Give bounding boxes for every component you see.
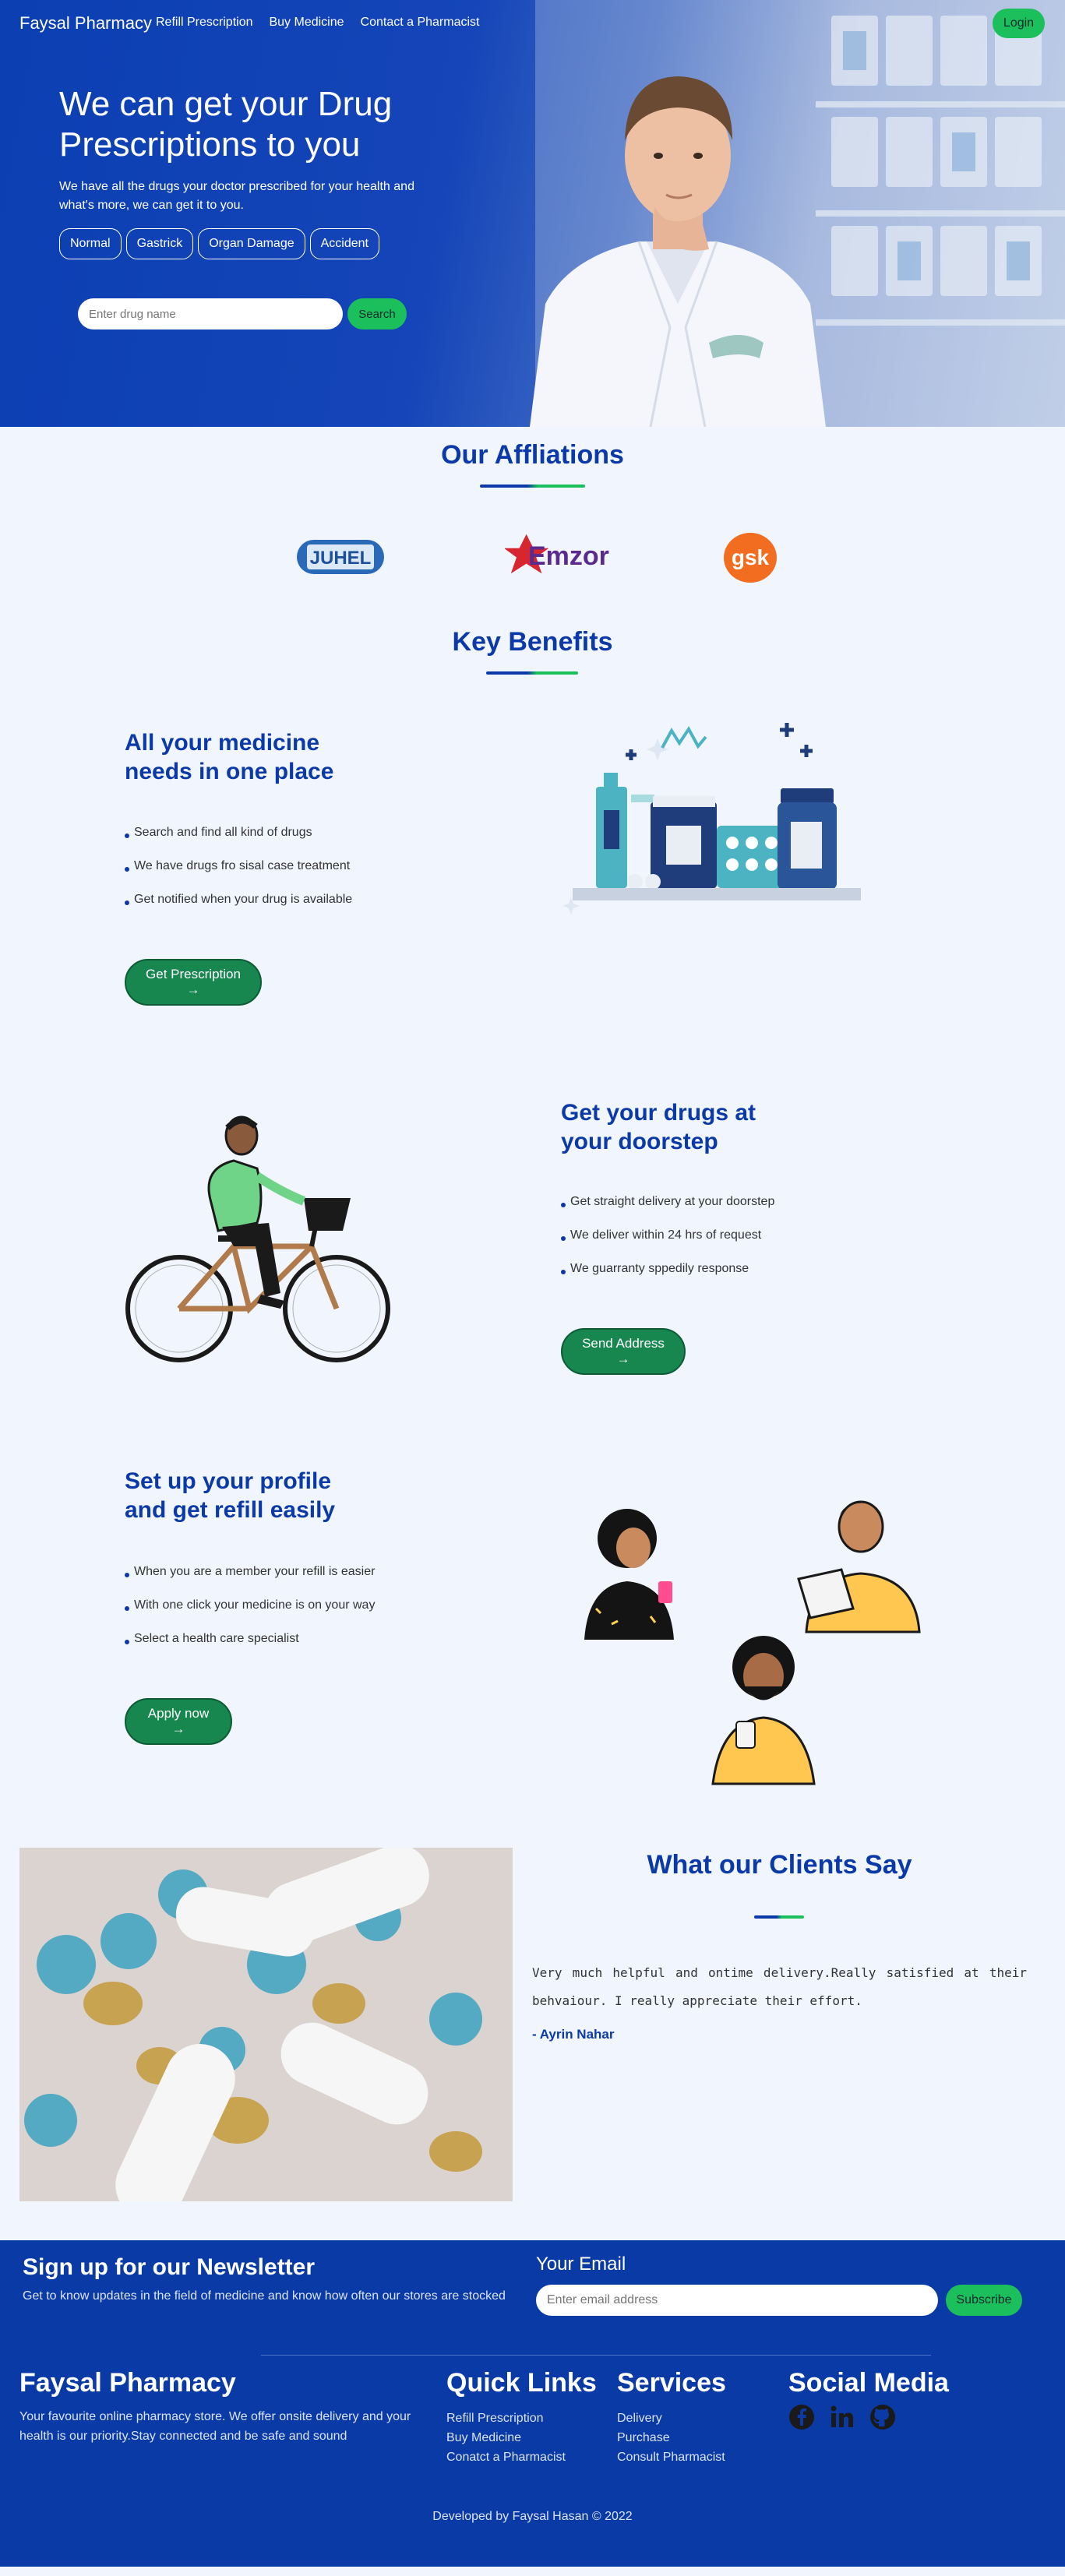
benefits-underline [486, 671, 578, 675]
chip-gastrick[interactable]: Gastrick [125, 228, 194, 259]
newsletter-subtitle: Get to know updates in the field of medi… [23, 2289, 506, 2303]
chip-accident[interactable]: Accident [309, 228, 379, 259]
pills-photo [19, 1848, 513, 2201]
facebook-icon[interactable] [788, 2404, 815, 2430]
footer-link-refill-prescription[interactable]: Refill Prescription [446, 2409, 566, 2428]
category-chips: Normal Gastrick Organ Damage Accident [59, 228, 379, 259]
benefit-2-list: Get straight delivery at your doorstep W… [561, 1185, 774, 1285]
benefit-3-title: Set up your profile and get refill easil… [125, 1468, 336, 1523]
medicine-bottles-illustration [562, 723, 861, 914]
list-item-text: We deliver within 24 hrs of request [570, 1228, 762, 1242]
bullet-icon [125, 900, 129, 905]
nav-links: Refill Prescription Buy Medicine Contact… [156, 16, 479, 30]
affiliations-title: Our Affliations [441, 440, 624, 470]
juhel-logo: JUHEL [297, 540, 384, 574]
list-item: Get straight delivery at your doorstep [561, 1185, 774, 1218]
chip-organ-damage[interactable]: Organ Damage [198, 228, 305, 259]
footer-link-contact-pharmacist[interactable]: Conatct a Pharmacist [446, 2447, 566, 2467]
bullet-icon [125, 833, 129, 838]
gsk-logo: gsk [724, 533, 777, 583]
list-item-text: We guarranty sppedily response [570, 1261, 749, 1275]
list-item: When you are a member your refill is eas… [125, 1555, 375, 1588]
delivery-cyclist-illustration [125, 1115, 390, 1362]
benefit-2-title: Get your drugs at your doorstep [561, 1100, 756, 1154]
list-item: We guarranty sppedily response [561, 1252, 774, 1285]
linkedin-icon[interactable] [829, 2404, 855, 2430]
subscribe-button[interactable]: Subscribe [946, 2285, 1022, 2316]
bullet-icon [125, 1572, 129, 1577]
social-media-title: Social Media [788, 2368, 949, 2398]
list-item-text: We have drugs fro sisal case treatment [134, 858, 351, 872]
newsletter-email-input[interactable] [536, 2285, 938, 2316]
services-title: Services [617, 2368, 726, 2398]
testimonials-title: What our Clients Say [647, 1850, 912, 1880]
list-item-text: Get notified when your drug is available [134, 892, 353, 906]
quick-links-list: Refill Prescription Buy Medicine Conatct… [446, 2409, 566, 2467]
services-list: Delivery Purchase Consult Pharmacist [617, 2409, 725, 2467]
footer: Sign up for our Newsletter Get to know u… [0, 2240, 1065, 2567]
quick-links-title: Quick Links [446, 2368, 597, 2398]
list-item: Get notified when your drug is available [125, 883, 352, 916]
bullet-icon [561, 1202, 566, 1207]
footer-divider [261, 2355, 931, 2356]
testimonials-underline [754, 1915, 804, 1919]
list-item: We deliver within 24 hrs of request [561, 1218, 774, 1252]
login-button[interactable]: Login [993, 9, 1045, 38]
svg-text:gsk: gsk [732, 545, 770, 569]
list-item: Select a health care specialist [125, 1622, 375, 1655]
list-item-text: Select a health care specialist [134, 1631, 299, 1645]
benefit-1-title: All your medicine needs in one place [125, 730, 334, 784]
list-item: With one click your medicine is on your … [125, 1588, 375, 1622]
nav-link-contact-pharmacist[interactable]: Contact a Pharmacist [361, 16, 480, 30]
svg-text:Emzor: Emzor [528, 541, 609, 571]
nav-link-refill-prescription[interactable]: Refill Prescription [156, 16, 252, 30]
get-prescription-button[interactable]: Get Prescription → [125, 959, 262, 1006]
list-item-text: With one click your medicine is on your … [134, 1598, 376, 1612]
list-item-text: Get straight delivery at your doorstep [570, 1194, 775, 1208]
chip-normal[interactable]: Normal [59, 228, 122, 259]
footer-brand: Faysal Pharmacy [19, 2368, 236, 2398]
bullet-icon [125, 1639, 129, 1644]
apply-now-button[interactable]: Apply now → [125, 1698, 232, 1745]
footer-about: Your favourite online pharmacy store. We… [19, 2410, 411, 2443]
newsletter-title: Sign up for our Newsletter [23, 2254, 316, 2280]
bullet-icon [561, 1269, 566, 1274]
hero-title: We can get your Drug Prescriptions to yo… [59, 85, 393, 164]
bullet-icon [125, 866, 129, 872]
nav-link-buy-medicine[interactable]: Buy Medicine [269, 16, 344, 30]
affiliations-underline [480, 485, 585, 488]
svg-text:JUHEL: JUHEL [310, 548, 372, 569]
search-button[interactable]: Search [347, 298, 407, 329]
community-people-illustration [584, 1500, 921, 1785]
bullet-icon [561, 1235, 566, 1241]
top-navbar: Faysal Pharmacy Refill Prescription Buy … [0, 0, 1065, 47]
testimonial-author: - Ayrin Nahar [532, 2027, 615, 2042]
brand-logo-text[interactable]: Faysal Pharmacy [19, 13, 152, 33]
hero-subtitle: We have all the drugs your doctor prescr… [59, 180, 414, 212]
emzor-logo: Emzor [505, 534, 609, 574]
list-item: We have drugs fro sisal case treatment [125, 849, 352, 883]
testimonial-quote: Very much helpful and ontime delivery.Re… [532, 1965, 1027, 2008]
list-item-text: Search and find all kind of drugs [134, 825, 312, 839]
footer-service-consult[interactable]: Consult Pharmacist [617, 2447, 725, 2467]
footer-credit: Developed by Faysal Hasan © 2022 [432, 2510, 633, 2523]
pharmacist-photo [530, 76, 826, 427]
benefits-title: Key Benefits [452, 627, 613, 657]
footer-service-purchase[interactable]: Purchase [617, 2428, 725, 2447]
hero-section: Faysal Pharmacy Refill Prescription Buy … [0, 0, 1065, 427]
footer-service-delivery[interactable]: Delivery [617, 2409, 725, 2428]
bullet-icon [125, 1605, 129, 1611]
list-item: Search and find all kind of drugs [125, 816, 352, 849]
github-icon[interactable] [869, 2404, 896, 2430]
benefit-1-list: Search and find all kind of drugs We hav… [125, 816, 352, 916]
benefit-3-list: When you are a member your refill is eas… [125, 1555, 375, 1655]
footer-link-buy-medicine[interactable]: Buy Medicine [446, 2428, 566, 2447]
send-address-button[interactable]: Send Address → [561, 1328, 686, 1375]
list-item-text: When you are a member your refill is eas… [134, 1564, 376, 1578]
drug-search-input[interactable] [78, 298, 343, 329]
social-icons [788, 2404, 896, 2430]
email-label: Your Email [536, 2254, 626, 2275]
